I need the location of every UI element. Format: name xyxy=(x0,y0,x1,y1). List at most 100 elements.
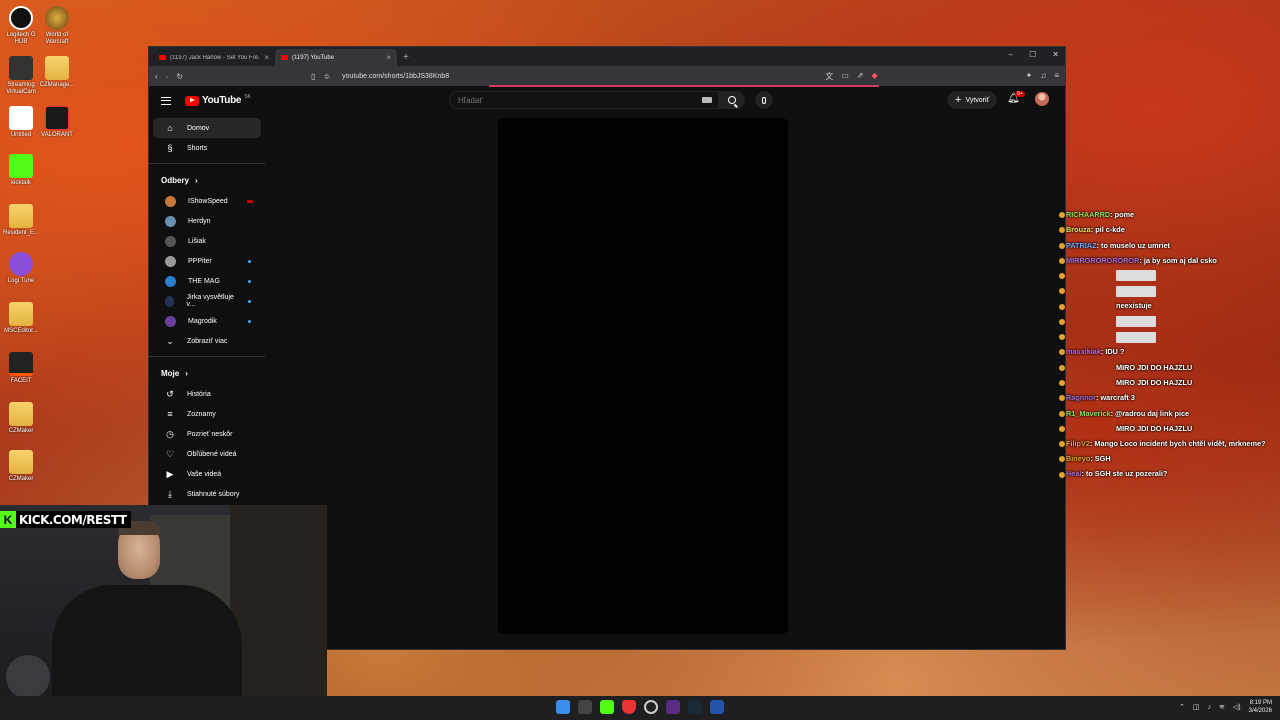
minimize-icon[interactable]: – xyxy=(1009,50,1013,59)
obs-icon[interactable] xyxy=(644,700,658,714)
search-box xyxy=(449,91,719,109)
translate-icon[interactable]: 文 xyxy=(825,71,833,82)
sidebar-item-ishowspeed[interactable]: IShowSpeed xyxy=(153,191,261,211)
maximize-icon[interactable]: ☐ xyxy=(1029,50,1036,59)
chat-message: neexistuje xyxy=(1059,298,1279,313)
url-field[interactable]: youtube.com/shorts/1bbJS38Knb8 xyxy=(342,73,449,80)
shorts-video-player[interactable] xyxy=(498,118,788,634)
desktop-icon-valorant[interactable]: VALORANT xyxy=(38,106,76,139)
chat-text: @radrou daj link pice xyxy=(1115,408,1190,418)
reload-icon[interactable]: ↻ xyxy=(176,72,183,81)
chat-badge-icon xyxy=(1059,318,1065,325)
chat-username[interactable]: R1_Maverick xyxy=(1066,409,1111,418)
desktop-icon-msceditor[interactable]: MSCEditor... xyxy=(2,302,40,335)
chat-emote xyxy=(1116,316,1156,328)
discord-icon[interactable] xyxy=(710,700,724,714)
bookmark-icon[interactable]: ▯ xyxy=(311,72,315,81)
sidebar-item-shorts[interactable]: § Shorts xyxy=(153,138,261,158)
desktop-icon-logitune[interactable]: Logi Tune xyxy=(2,252,40,285)
search-button[interactable] xyxy=(719,91,745,109)
new-tab-button[interactable]: + xyxy=(397,49,415,66)
tab-youtube[interactable]: (1197) YouTube × xyxy=(275,49,397,66)
subscriptions-header[interactable]: Odbery › xyxy=(149,169,265,191)
desktop-icon-logitech[interactable]: Logitech G HUB xyxy=(2,6,40,45)
desktop-icon-czmaker-2[interactable]: CZMaker xyxy=(2,450,40,483)
wifi-icon[interactable]: ≋ xyxy=(1219,703,1225,711)
voice-search-button[interactable] xyxy=(755,91,773,109)
twitch-icon[interactable] xyxy=(666,700,680,714)
chat-text: IDU ? xyxy=(1105,347,1125,357)
sidebar-item-magrodik[interactable]: Magrodik xyxy=(153,311,261,331)
sidebar-item-jirka[interactable]: Jirka vysvětluje v... xyxy=(153,291,261,311)
desktop-icon-czmaker[interactable]: CZMaker xyxy=(2,402,40,435)
sidebar-item-liked[interactable]: ♡ Obľúbené videá xyxy=(153,444,261,464)
desktop-icon-faceit[interactable]: FACEIT xyxy=(2,352,40,385)
sidebar-item-herdyn[interactable]: Herdyn xyxy=(153,211,261,231)
system-tray: ⌃ ◫ ♪ ≋ ◁) 8:19 PM 3/4/2026 xyxy=(1179,699,1272,715)
brave-icon[interactable] xyxy=(622,700,636,714)
chat-text: to SGH ste uz pozerali? xyxy=(1085,469,1168,479)
chat-badge-icon xyxy=(1059,334,1065,341)
keyboard-icon[interactable] xyxy=(702,97,712,103)
forward-icon[interactable]: › xyxy=(166,72,169,81)
chevron-up-icon[interactable]: ⌃ xyxy=(1179,703,1185,711)
hamburger-menu-icon[interactable] xyxy=(161,97,171,105)
search-input[interactable] xyxy=(458,95,698,105)
chat-username[interactable]: Bineyo xyxy=(1066,454,1090,463)
extensions-icon[interactable]: ✦ xyxy=(1026,71,1033,82)
sidebar-item-lisiak[interactable]: Lišiak xyxy=(153,231,261,251)
playlists-icon: ≡ xyxy=(167,409,173,419)
back-icon[interactable]: ‹ xyxy=(155,72,158,81)
you-header[interactable]: Moje › xyxy=(149,362,265,384)
desktop-icon-kicktalk[interactable]: kicktalk xyxy=(2,154,40,187)
chat-username[interactable]: Brouza xyxy=(1066,225,1091,234)
chat-username[interactable]: RICHAARRD xyxy=(1066,210,1110,219)
network-icon[interactable]: ◫ xyxy=(1193,703,1200,711)
sidebar-item-history[interactable]: ↺ História xyxy=(153,384,261,404)
task-view-icon[interactable] xyxy=(578,700,592,714)
show-more-button[interactable]: ⌄ Zobraziť viac xyxy=(153,331,261,351)
desktop-icon-streamlog[interactable]: Streamlog VirtualCam xyxy=(2,56,40,95)
desktop-icon-resident[interactable]: Resident_E... xyxy=(2,204,40,237)
youtube-header: YouTube SK + Vytvoriť 🔔︎ 9+ xyxy=(149,88,1065,116)
sidebar-item-pppiter[interactable]: PPPiter xyxy=(153,251,261,271)
sidebar-item-home[interactable]: ⌂ Domov xyxy=(153,118,261,138)
media-icon[interactable]: ♫ xyxy=(1040,71,1046,82)
create-button[interactable]: + Vytvoriť xyxy=(947,91,998,109)
shield-icon[interactable]: ◆ xyxy=(871,71,877,82)
sidebar-item-playlists[interactable]: ≡ Zoznamy xyxy=(153,404,261,424)
desktop-icon-untitled[interactable]: Untitled xyxy=(2,106,40,139)
tab-jack-harlow[interactable]: (1197) Jack Harlow - Set You Fre... × xyxy=(153,49,275,66)
chat-username[interactable]: MIRROROROROROR xyxy=(1066,256,1139,265)
sidebar-item-watch-later[interactable]: ◷ Pozrieť neskôr xyxy=(153,424,261,444)
chat-username[interactable]: Heal xyxy=(1066,469,1081,478)
windows-start-icon[interactable] xyxy=(556,700,570,714)
volume-icon[interactable]: ◁) xyxy=(1233,703,1241,711)
close-window-icon[interactable]: ✕ xyxy=(1052,50,1059,59)
steam-icon[interactable] xyxy=(688,700,702,714)
kick-icon[interactable] xyxy=(600,700,614,714)
site-info-icon[interactable]: ≑ xyxy=(323,72,330,81)
desktop-icon-wow[interactable]: World of Warcraft xyxy=(38,6,76,45)
cast-icon[interactable]: ▭ xyxy=(841,71,849,82)
chat-username[interactable]: FilipV2 xyxy=(1066,439,1090,448)
sidebar-item-the-mag[interactable]: THE MAG xyxy=(153,271,261,291)
chevron-down-icon: ⌄ xyxy=(166,335,174,346)
clock[interactable]: 8:19 PM 3/4/2026 xyxy=(1249,699,1272,715)
youtube-logo[interactable]: YouTube SK xyxy=(185,94,251,106)
chat-username[interactable]: Ragnnor xyxy=(1066,393,1096,402)
home-icon: ⌂ xyxy=(167,123,173,133)
close-tab-icon[interactable]: × xyxy=(264,53,269,62)
chat-username[interactable]: PATRIAZ xyxy=(1066,241,1097,250)
account-avatar[interactable] xyxy=(1035,92,1049,106)
menu-icon[interactable]: ≡ xyxy=(1054,71,1059,82)
close-tab-icon[interactable]: × xyxy=(386,53,391,62)
share-icon[interactable]: ⇗ xyxy=(857,71,864,82)
chat-username[interactable]: maxxikiak xyxy=(1066,347,1101,356)
desktop-icon-czmanage[interactable]: CZManage... xyxy=(38,56,76,89)
mic-tray-icon[interactable]: ♪ xyxy=(1208,704,1212,711)
chat-text: warcraft 3 xyxy=(1100,393,1135,403)
sidebar-item-your-videos[interactable]: ▶ Vaše videá xyxy=(153,464,261,484)
sidebar-item-downloads[interactable]: ⤓ Stiahnuté súbory xyxy=(153,484,261,504)
taskbar: ⌃ ◫ ♪ ≋ ◁) 8:19 PM 3/4/2026 xyxy=(0,696,1280,720)
